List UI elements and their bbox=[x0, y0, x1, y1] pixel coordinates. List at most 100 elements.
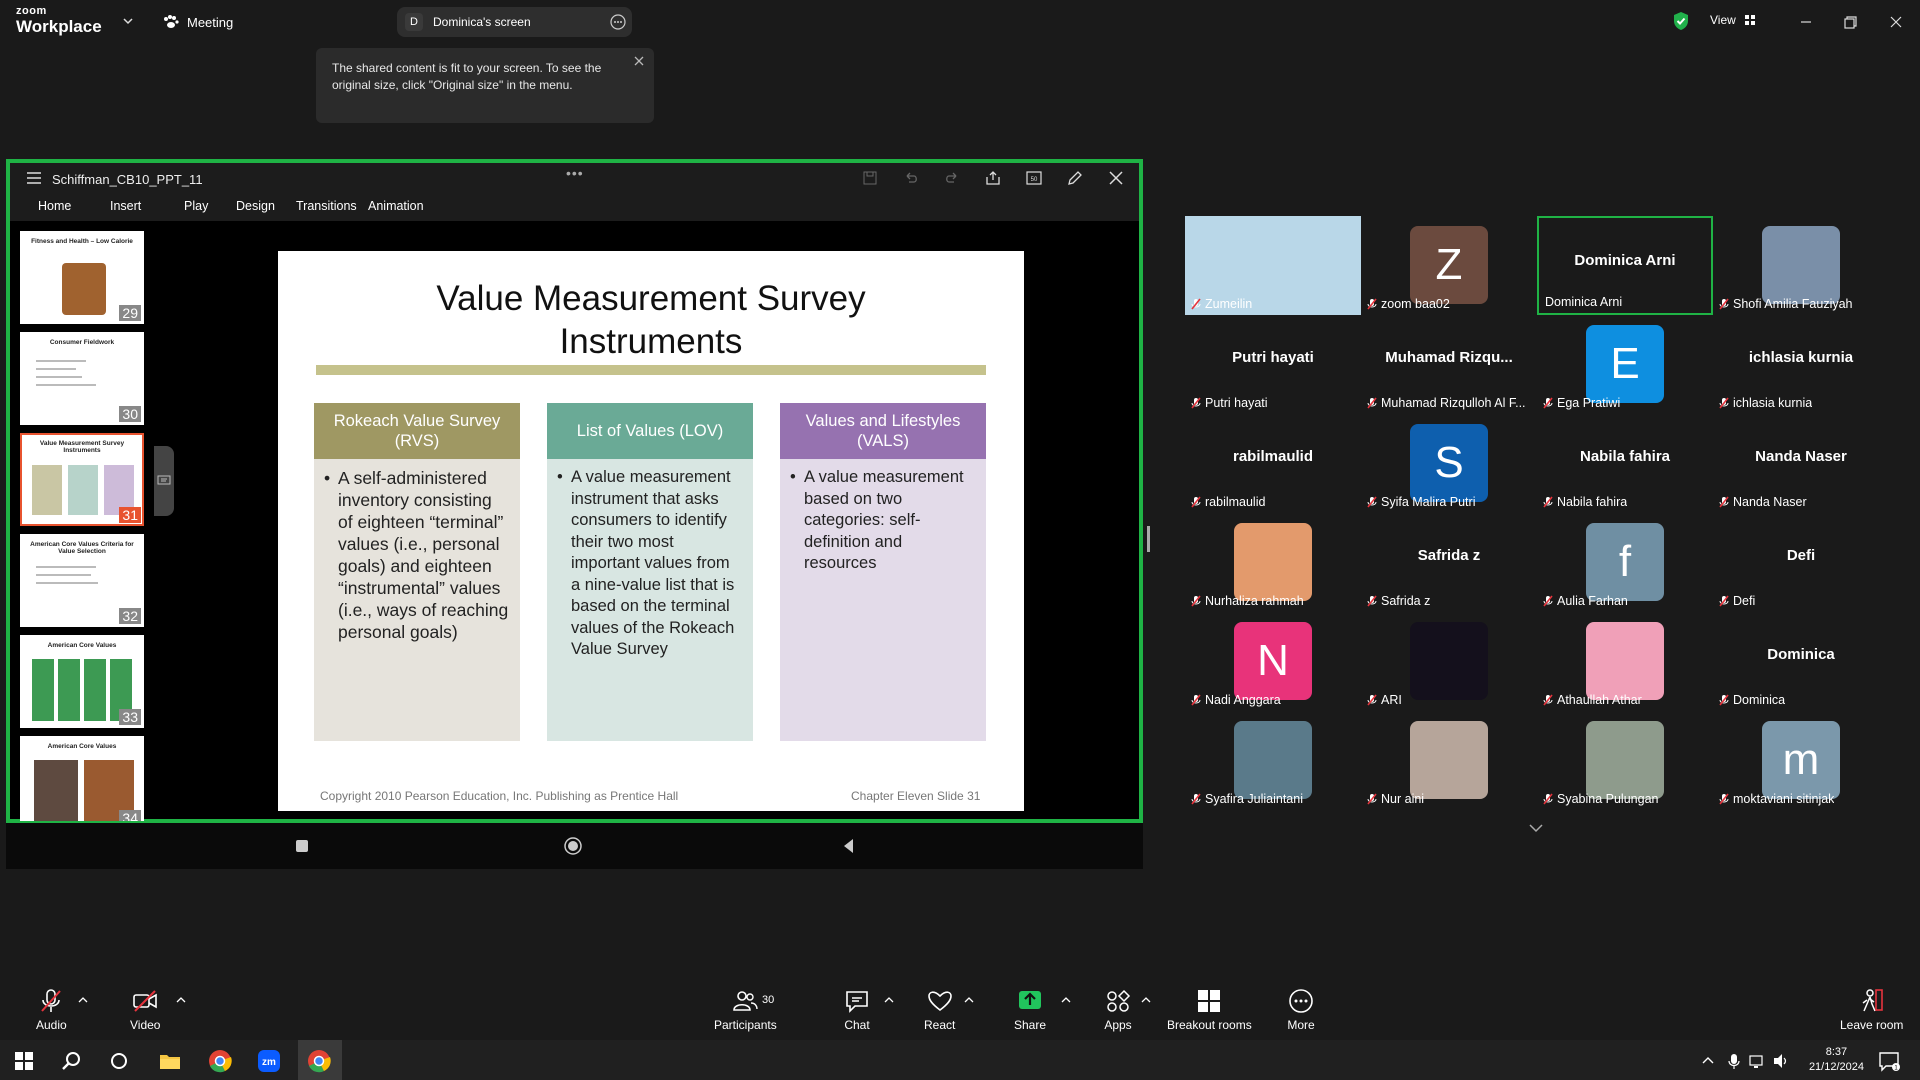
redo-icon[interactable] bbox=[943, 169, 961, 187]
tray-mic-icon[interactable] bbox=[1726, 1048, 1742, 1074]
slideshow-icon[interactable]: 50 bbox=[1025, 169, 1043, 187]
svg-text:50: 50 bbox=[1031, 177, 1038, 183]
participant-tile[interactable]: Muhamad Rizqu... Muhamad Rizqulloh Al F..… bbox=[1361, 315, 1537, 414]
slide-thumbnail[interactable]: American Core Values 33 bbox=[20, 635, 144, 728]
tab-transitions[interactable]: Transitions bbox=[296, 193, 368, 221]
restore-icon[interactable] bbox=[1840, 12, 1860, 32]
chevron-down-icon[interactable] bbox=[122, 15, 134, 27]
zoom-workplace-logo[interactable]: zoom Workplace bbox=[16, 6, 102, 36]
participant-tile[interactable]: Dominica Dominica bbox=[1713, 612, 1889, 711]
share-file-icon[interactable] bbox=[984, 169, 1002, 187]
tooltip-close-icon[interactable] bbox=[632, 54, 646, 68]
participant-tile[interactable]: rabilmaulid rabilmaulid bbox=[1185, 414, 1361, 513]
participant-name: Aulia Farhan bbox=[1557, 594, 1628, 608]
tab-play[interactable]: Play bbox=[184, 193, 236, 221]
share-button[interactable]: Share bbox=[1014, 988, 1046, 1032]
thumbnail-number: 34 bbox=[119, 810, 141, 821]
apps-button[interactable]: Apps bbox=[1104, 988, 1132, 1032]
grid-view-icon bbox=[1744, 15, 1755, 25]
participant-tile[interactable]: f Aulia Farhan bbox=[1537, 513, 1713, 612]
hamburger-menu-icon[interactable] bbox=[26, 172, 42, 184]
participant-tile[interactable]: Nurhaliza rahmah bbox=[1185, 513, 1361, 612]
slide-thumbnail[interactable]: Consumer Fieldwork 30 bbox=[20, 332, 144, 425]
ppt-close-icon[interactable] bbox=[1107, 169, 1125, 187]
chrome-icon[interactable] bbox=[207, 1048, 233, 1074]
file-explorer-icon[interactable] bbox=[157, 1048, 183, 1074]
participant-tile[interactable]: Safrida z Safrida z bbox=[1361, 513, 1537, 612]
more-options-icon[interactable] bbox=[610, 14, 626, 30]
participant-tile[interactable]: ARI bbox=[1361, 612, 1537, 711]
participant-tile[interactable]: Zumeilin bbox=[1185, 216, 1361, 315]
slide-thumbnail[interactable]: American Core Values Criteria for Value … bbox=[20, 534, 144, 627]
video-button[interactable]: Video bbox=[130, 988, 160, 1032]
slide-thumbnail-active[interactable]: Value Measurement Survey Instruments 31 bbox=[20, 433, 144, 526]
meeting-button[interactable]: Meeting bbox=[163, 12, 233, 32]
audio-button[interactable]: Audio bbox=[36, 988, 67, 1032]
shared-screen[interactable]: Schiffman_CB10_PPT_11 ••• 50 Home Insert… bbox=[6, 159, 1143, 823]
zoom-app-icon[interactable]: zm bbox=[256, 1048, 282, 1074]
split-view-handle[interactable] bbox=[1147, 526, 1150, 552]
participant-tile[interactable]: E Ega Pratiwi bbox=[1537, 315, 1713, 414]
tab-animation[interactable]: Animation bbox=[368, 193, 448, 221]
tray-network-icon[interactable] bbox=[1748, 1048, 1766, 1074]
shared-screen-pill[interactable]: D Dominica's screen bbox=[397, 7, 632, 37]
back-triangle-icon[interactable] bbox=[840, 837, 858, 855]
participant-name-label: Dominica bbox=[1719, 693, 1785, 707]
chrome-active-icon[interactable] bbox=[306, 1048, 332, 1074]
stop-square-icon[interactable] bbox=[293, 837, 311, 855]
slide-thumbnail[interactable]: American Core Values 34 bbox=[20, 736, 144, 821]
participant-video-image bbox=[1762, 226, 1840, 304]
slide-thumbnail[interactable]: Fitness and Health – Low Calorie 29 bbox=[20, 231, 144, 324]
participant-tile[interactable]: Putri hayati Putri hayati bbox=[1185, 315, 1361, 414]
edit-pen-icon[interactable] bbox=[1066, 169, 1084, 187]
share-options-caret-icon[interactable] bbox=[1061, 996, 1071, 1004]
system-clock[interactable]: 8:37 21/12/2024 bbox=[1809, 1045, 1864, 1075]
windows-start-icon[interactable] bbox=[11, 1048, 37, 1074]
cortana-icon[interactable] bbox=[106, 1048, 132, 1074]
participant-tile[interactable]: Syafira Juliaintani bbox=[1185, 711, 1361, 810]
participant-tile[interactable]: N Nadi Anggara bbox=[1185, 612, 1361, 711]
video-options-caret-icon[interactable] bbox=[176, 996, 186, 1004]
tray-chevron-icon[interactable] bbox=[1700, 1048, 1716, 1074]
notes-panel-handle[interactable] bbox=[154, 446, 174, 516]
close-icon[interactable] bbox=[1886, 12, 1906, 32]
breakout-rooms-icon bbox=[1198, 990, 1221, 1012]
home-circle-icon[interactable] bbox=[564, 837, 582, 855]
save-icon[interactable] bbox=[861, 169, 879, 187]
more-button[interactable]: More bbox=[1287, 988, 1315, 1032]
tray-volume-icon[interactable] bbox=[1772, 1048, 1790, 1074]
tab-design[interactable]: Design bbox=[236, 193, 296, 221]
participant-display-name: Defi bbox=[1786, 547, 1816, 564]
participant-tile[interactable]: Athaullah Athar bbox=[1537, 612, 1713, 711]
participant-tile[interactable]: S Syifa Malira Putri bbox=[1361, 414, 1537, 513]
participant-tile[interactable]: Shofi Amilia Fauziyah bbox=[1713, 216, 1889, 315]
leave-room-button[interactable]: Leave room bbox=[1840, 988, 1903, 1032]
tab-home[interactable]: Home bbox=[38, 193, 110, 221]
undo-icon[interactable] bbox=[902, 169, 920, 187]
participant-tile[interactable]: Dominica Arni Dominica Arni bbox=[1537, 216, 1713, 315]
minimize-icon[interactable] bbox=[1796, 12, 1816, 32]
participant-tile[interactable]: Syabina Pulungan bbox=[1537, 711, 1713, 810]
audio-options-caret-icon[interactable] bbox=[78, 996, 88, 1004]
chat-button[interactable]: Chat bbox=[843, 988, 871, 1032]
react-options-caret-icon[interactable] bbox=[964, 996, 974, 1004]
participant-tile[interactable]: ichlasia kurnia ichlasia kurnia bbox=[1713, 315, 1889, 414]
drag-handle-icon[interactable]: ••• bbox=[566, 165, 584, 181]
view-button[interactable]: View bbox=[1710, 13, 1756, 27]
notification-center-icon[interactable]: 1 bbox=[1876, 1048, 1902, 1074]
participant-tile[interactable]: Nanda Naser Nanda Naser bbox=[1713, 414, 1889, 513]
participant-tile[interactable]: m moktaviani sitinjak bbox=[1713, 711, 1889, 810]
participant-tile[interactable]: Nur aini bbox=[1361, 711, 1537, 810]
react-button[interactable]: React bbox=[924, 988, 955, 1032]
search-icon[interactable] bbox=[59, 1048, 85, 1074]
tab-insert[interactable]: Insert bbox=[110, 193, 184, 221]
breakout-rooms-button[interactable]: Breakout rooms bbox=[1167, 988, 1252, 1032]
participant-tile[interactable]: Defi Defi bbox=[1713, 513, 1889, 612]
gallery-scroll-down-icon[interactable] bbox=[1528, 822, 1544, 834]
encryption-shield-icon[interactable] bbox=[1672, 11, 1690, 31]
apps-options-caret-icon[interactable] bbox=[1141, 996, 1151, 1004]
participant-tile[interactable]: Nabila fahira Nabila fahira bbox=[1537, 414, 1713, 513]
participant-display-name: ichlasia kurnia bbox=[1748, 349, 1854, 366]
participant-tile[interactable]: Zzoom baa02 bbox=[1361, 216, 1537, 315]
chat-options-caret-icon[interactable] bbox=[884, 996, 894, 1004]
